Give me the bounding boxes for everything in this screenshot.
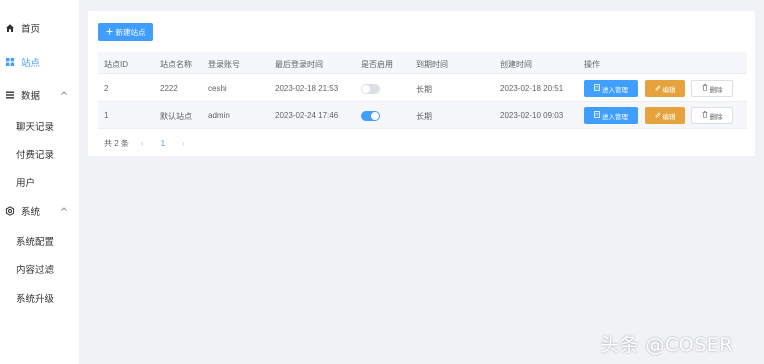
created-time: 2023-02-10 09:03	[500, 111, 564, 120]
sidebar-item-label: 首页	[21, 24, 41, 35]
site-id: 1	[104, 111, 109, 120]
sidebar-item-system[interactable]: 系统	[0, 201, 79, 221]
column-header: 登录账号	[208, 60, 240, 69]
plus-icon	[106, 28, 113, 37]
site-id: 2	[104, 84, 109, 93]
last-login-time: 2023-02-24 17:46	[275, 111, 339, 120]
enable-switch[interactable]	[361, 84, 380, 94]
enter-management-label: 进入管理	[602, 113, 628, 121]
sidebar-item-sites[interactable]: 站点	[0, 52, 79, 72]
column-header: 最后登录时间	[275, 60, 323, 69]
column-header: 创建时间	[500, 60, 532, 69]
switch-knob	[371, 112, 379, 120]
site-name: 2222	[160, 84, 178, 93]
sidebar: 首页 站点 数据 聊天记录 付费记录 用户 系统 系统配置 内容过滤 系统升级	[0, 0, 79, 364]
table-row: 1 默认站点 admin 2023-02-24 17:46 长期 2023-02…	[98, 102, 747, 129]
login-account: admin	[208, 111, 230, 120]
prev-page-button[interactable]: ‹	[141, 139, 144, 148]
new-site-label: 新建站点	[115, 27, 146, 37]
column-header: 站点名称	[160, 60, 192, 69]
expiry-time: 长期	[416, 85, 432, 94]
table-row: 2 2222 ceshi 2023-02-18 21:53 长期 2023-02…	[98, 75, 747, 102]
expiry-time: 长期	[416, 112, 432, 121]
page-number[interactable]: 1	[161, 139, 165, 148]
sidebar-item-users[interactable]: 用户	[16, 175, 35, 189]
sidebar-item-data[interactable]: 数据	[0, 85, 79, 105]
delete-button[interactable]: 删除	[691, 107, 733, 124]
sidebar-item-system-upgrade[interactable]: 系统升级	[16, 291, 54, 305]
enable-switch[interactable]	[361, 111, 380, 121]
table-header: 站点ID 站点名称 登录账号 最后登录时间 是否启用 到期时间 创建时间 操作	[98, 52, 747, 74]
delete-label: 删除	[709, 113, 723, 121]
created-time: 2023-02-18 20:51	[500, 84, 564, 93]
trash-icon	[702, 84, 708, 93]
pencil-icon	[655, 112, 661, 120]
home-icon	[5, 23, 15, 33]
last-login-time: 2023-02-18 21:53	[275, 84, 339, 93]
chevron-up-icon	[60, 205, 68, 216]
enter-management-label: 进入管理	[602, 86, 628, 94]
edit-label: 编辑	[662, 86, 676, 94]
sidebar-item-system-config[interactable]: 系统配置	[16, 234, 54, 248]
pagination: 共 2 条 ‹ 1 ›	[104, 138, 185, 149]
sidebar-item-content-filter[interactable]: 内容过滤	[16, 262, 54, 276]
next-page-button[interactable]: ›	[182, 139, 185, 148]
watermark: 头条 @COSER	[600, 334, 734, 356]
grid-icon	[5, 57, 15, 67]
enter-management-button[interactable]: 进入管理	[584, 80, 638, 97]
edit-button[interactable]: 编辑	[645, 80, 685, 97]
list-icon	[5, 90, 15, 100]
column-header: 操作	[584, 60, 600, 69]
new-site-button[interactable]: 新建站点	[98, 23, 153, 41]
edit-label: 编辑	[662, 113, 676, 121]
enter-management-button[interactable]: 进入管理	[584, 107, 638, 124]
sidebar-item-label: 系统	[21, 207, 41, 218]
pencil-icon	[655, 85, 661, 93]
switch-knob	[362, 85, 370, 93]
trash-icon	[702, 111, 708, 120]
site-name: 默认站点	[160, 112, 192, 121]
delete-label: 删除	[709, 86, 723, 94]
chevron-up-icon	[60, 89, 68, 100]
sidebar-item-label: 数据	[21, 91, 41, 102]
sidebar-item-chat-records[interactable]: 聊天记录	[16, 119, 54, 133]
delete-button[interactable]: 删除	[691, 80, 733, 97]
pagination-total: 共 2 条	[104, 139, 129, 148]
column-header: 到期时间	[416, 60, 448, 69]
column-header: 站点ID	[104, 60, 128, 69]
login-account: ceshi	[208, 84, 227, 93]
document-icon	[594, 111, 600, 120]
sidebar-item-label: 站点	[21, 58, 41, 69]
gear-icon	[5, 206, 15, 216]
sidebar-item-payment-records[interactable]: 付费记录	[16, 147, 54, 161]
document-icon	[594, 84, 600, 93]
edit-button[interactable]: 编辑	[645, 107, 685, 124]
column-header: 是否启用	[361, 60, 393, 69]
sidebar-item-home[interactable]: 首页	[0, 18, 79, 38]
